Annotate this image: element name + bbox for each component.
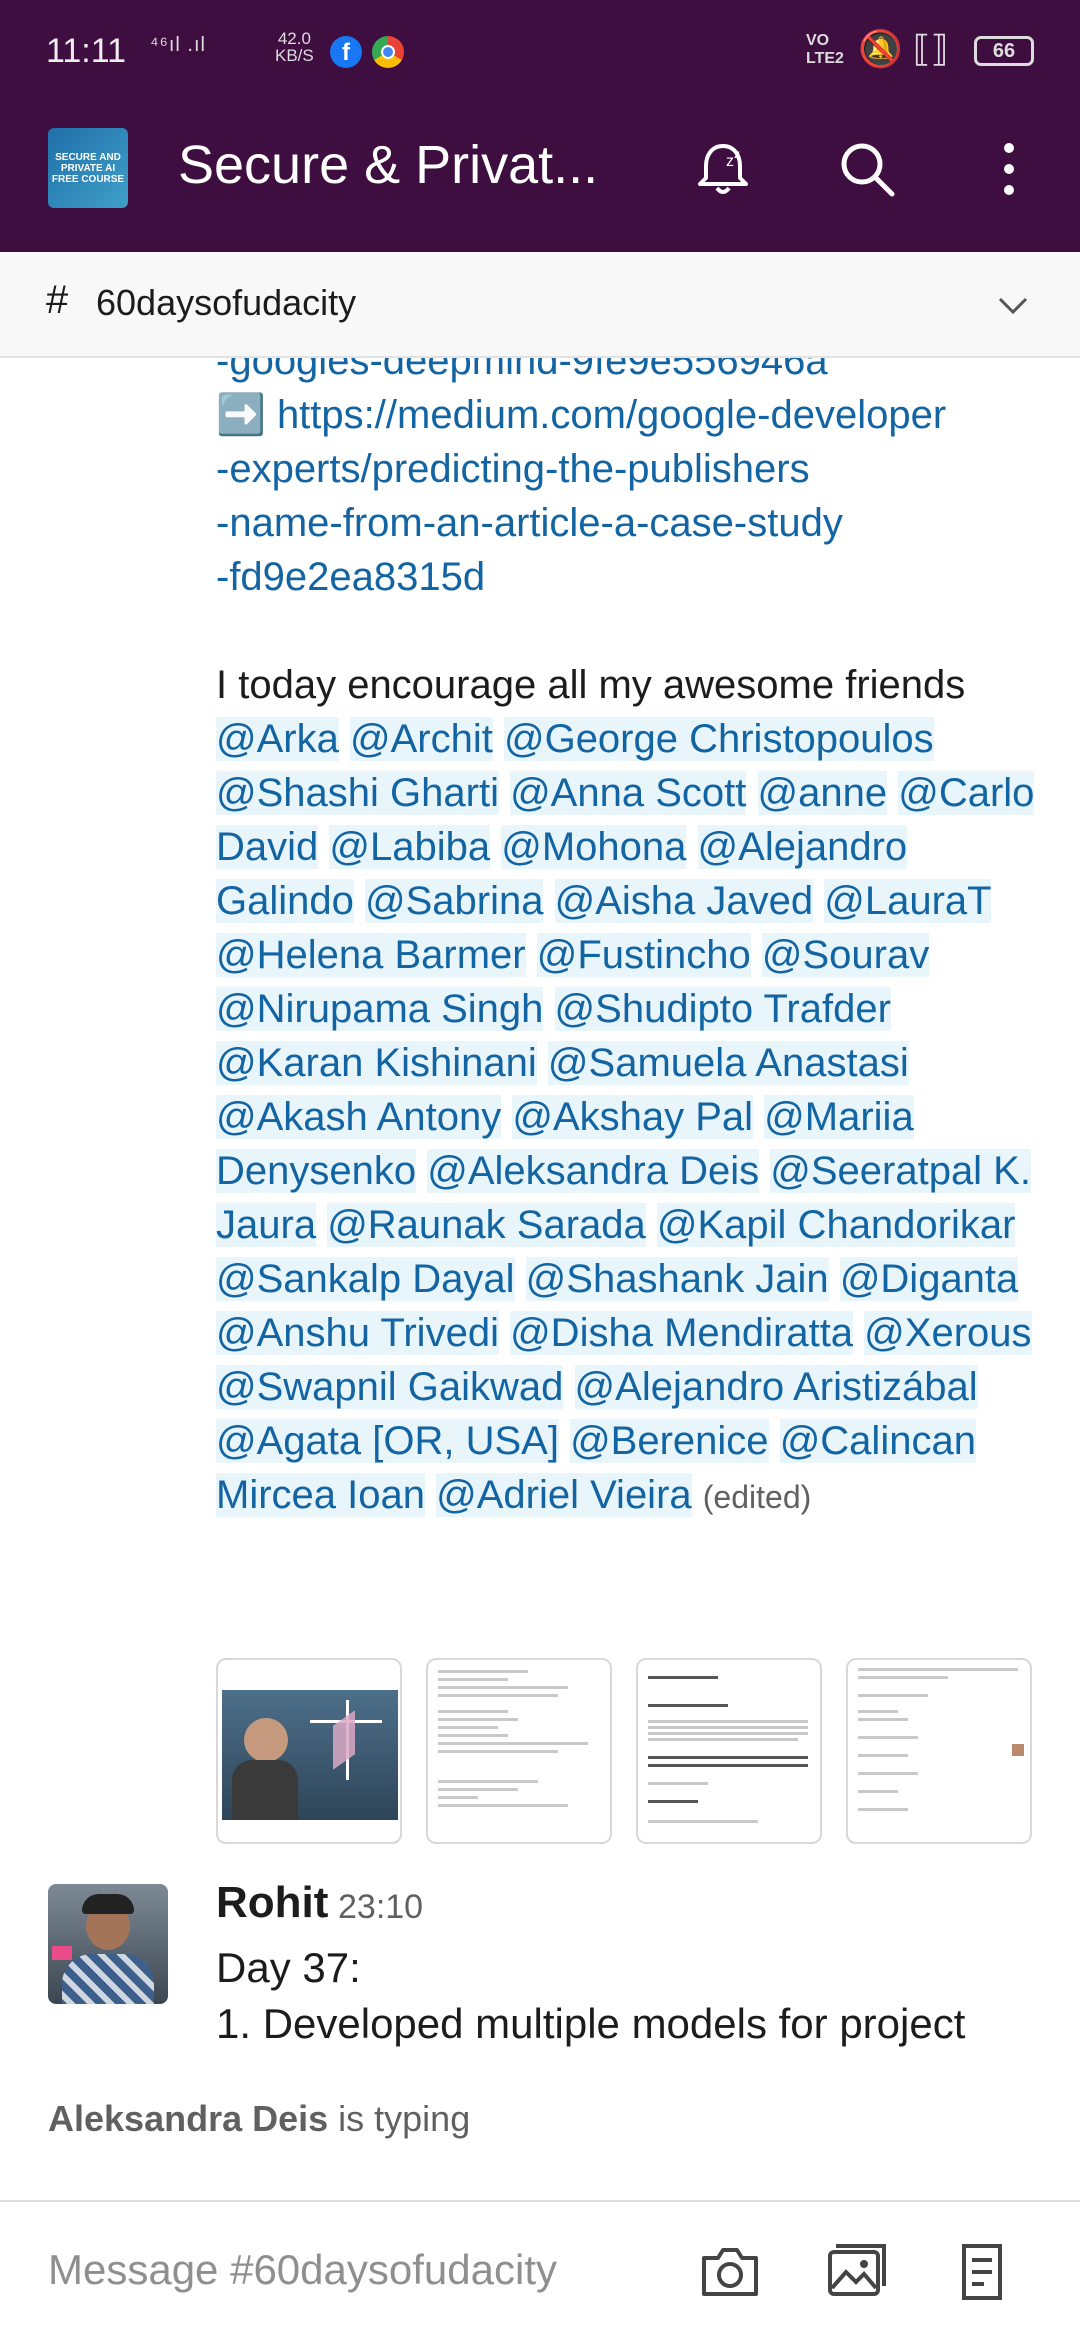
user-mention[interactable]: @Sankalp Dayal (216, 1257, 515, 1301)
chrome-icon (372, 36, 404, 68)
user-mention[interactable]: @anne (757, 771, 888, 815)
medium-link-cont[interactable]: -fd9e2ea8315d (216, 550, 1046, 604)
bell-snooze-icon[interactable]: z z (690, 136, 756, 202)
file-icon[interactable] (950, 2240, 1014, 2304)
attachment-thumbnail[interactable] (426, 1658, 612, 1844)
avatar[interactable] (48, 1884, 168, 2004)
workspace-title[interactable]: Secure & Privat... (178, 134, 598, 196)
chevron-down-icon[interactable] (996, 288, 1030, 322)
user-mention[interactable]: @Shashi Gharti (216, 771, 499, 815)
attachment-thumbnail[interactable] (216, 1658, 402, 1844)
attachment-thumbnail[interactable] (846, 1658, 1032, 1844)
edited-label: (edited) (702, 1479, 812, 1515)
message-list[interactable]: -googles-deepmind-9fe9e556946a ➡️ https:… (0, 358, 1080, 2098)
arrow-icon: ➡️ (216, 393, 266, 437)
user-mention[interactable]: @Berenice (570, 1419, 769, 1463)
attachment-thumbnails (216, 1658, 1032, 1844)
user-mention[interactable]: @Alejandro Aristizábal (574, 1365, 978, 1409)
message-input[interactable]: Message #60daysofudacity (48, 2246, 557, 2294)
message-line: 1. Developed multiple models for project (216, 2000, 966, 2047)
user-mention[interactable]: @Agata [OR, USA] (216, 1419, 559, 1463)
user-mention[interactable]: @Adriel Vieira (436, 1473, 692, 1517)
channel-header[interactable]: # 60daysofudacity (0, 252, 1080, 358)
status-bar: 11:11 ⁴⁶ıl .ıl 42.0 KB/S f VO LTE2 🔕 ⟦⟧ … (0, 0, 1080, 104)
camera-icon[interactable] (698, 2240, 762, 2304)
message-author[interactable]: Rohit (216, 1878, 328, 1928)
user-mention[interactable]: @Karan Kishinani (216, 1041, 537, 1085)
status-time: 11:11 (46, 32, 127, 70)
user-mention[interactable]: @Sourav (761, 933, 930, 977)
medium-link[interactable]: https://medium.com/google-developer (277, 393, 946, 437)
user-mention[interactable]: @Raunak Sarada (327, 1203, 646, 1247)
user-mention[interactable]: @Helena Barmer (216, 933, 526, 977)
user-mention[interactable]: @Arka (216, 717, 339, 761)
user-mention[interactable]: @Sabrina (365, 879, 544, 923)
attachment-thumbnail[interactable] (636, 1658, 822, 1844)
message-body: -googles-deepmind-9fe9e556946a ➡️ https:… (216, 358, 1046, 1524)
user-mention[interactable]: @Shudipto Trafder (554, 987, 891, 1031)
medium-link-cont[interactable]: -experts/predicting-the-publishers (216, 442, 1046, 496)
message-composer[interactable]: Message #60daysofudacity (0, 2200, 1080, 2342)
user-mention[interactable]: @Akshay Pal (512, 1095, 754, 1139)
gallery-icon[interactable] (824, 2240, 888, 2304)
medium-link-cont[interactable]: -name-from-an-article-a-case-study (216, 496, 1046, 550)
user-mention[interactable]: @Nirupama Singh (216, 987, 544, 1031)
more-vert-icon[interactable] (976, 136, 1042, 202)
channel-name: 60daysofudacity (96, 282, 357, 323)
network-speed: 42.0 KB/S (275, 30, 314, 64)
facebook-icon: f (330, 36, 362, 68)
user-mention[interactable]: @Kapil Chandorikar (656, 1203, 1016, 1247)
user-mention[interactable]: @Shashank Jain (525, 1257, 829, 1301)
user-mention[interactable]: @Mohona (501, 825, 687, 869)
user-mention[interactable]: @Diganta (839, 1257, 1019, 1301)
speed-unit: KB/S (275, 46, 314, 65)
user-mention[interactable]: @Disha Mendiratta (510, 1311, 854, 1355)
svg-text:z: z (734, 147, 740, 161)
typing-indicator: Aleksandra Deis is typing (48, 2098, 470, 2140)
user-mention[interactable]: @Aisha Javed (554, 879, 814, 923)
user-mention[interactable]: @Samuela Anastasi (547, 1041, 909, 1085)
typing-suffix: is typing (328, 2098, 471, 2139)
user-mention[interactable]: @LauraT (824, 879, 991, 923)
message-text: Day 37: 1. Developed multiple models for… (216, 1940, 965, 2052)
mute-vibrate-icon: 🔕 ⟦⟧ (858, 28, 949, 69)
user-mention[interactable]: @Labiba (329, 825, 491, 869)
link-text[interactable]: -googles-deepmind-9fe9e556946a (216, 358, 1046, 388)
volte-indicator: VO LTE2 (806, 32, 844, 67)
workspace-icon[interactable]: SECURE AND PRIVATE AI FREE COURSE (48, 128, 128, 208)
user-mention[interactable]: @Xerous (864, 1311, 1032, 1355)
user-mention[interactable]: @Akash Antony (216, 1095, 502, 1139)
typing-user: Aleksandra Deis (48, 2098, 329, 2139)
message-time: 23:10 (338, 1888, 424, 1926)
user-mention[interactable]: @George Christopoulos (503, 717, 934, 761)
user-mention[interactable]: @Aleksandra Deis (427, 1149, 760, 1193)
channel-hash-icon: # (46, 278, 69, 322)
message-line: Day 37: (216, 1944, 361, 1991)
search-icon[interactable] (834, 136, 900, 202)
user-mention[interactable]: @Anshu Trivedi (216, 1311, 499, 1355)
battery-icon: 66 (974, 36, 1034, 66)
user-mention[interactable]: @Anna Scott (510, 771, 747, 815)
encourage-paragraph: I today encourage all my awesome friends… (216, 658, 1046, 1524)
user-mention[interactable]: @Archit (349, 717, 493, 761)
network-signal-icon: ⁴⁶ıl .ıl (150, 34, 206, 56)
user-mention[interactable]: @Swapnil Gaikwad (216, 1365, 564, 1409)
user-mention[interactable]: @Fustincho (536, 933, 751, 977)
svg-text:z: z (726, 153, 734, 170)
encourage-text: I today encourage all my awesome friends (216, 663, 966, 707)
